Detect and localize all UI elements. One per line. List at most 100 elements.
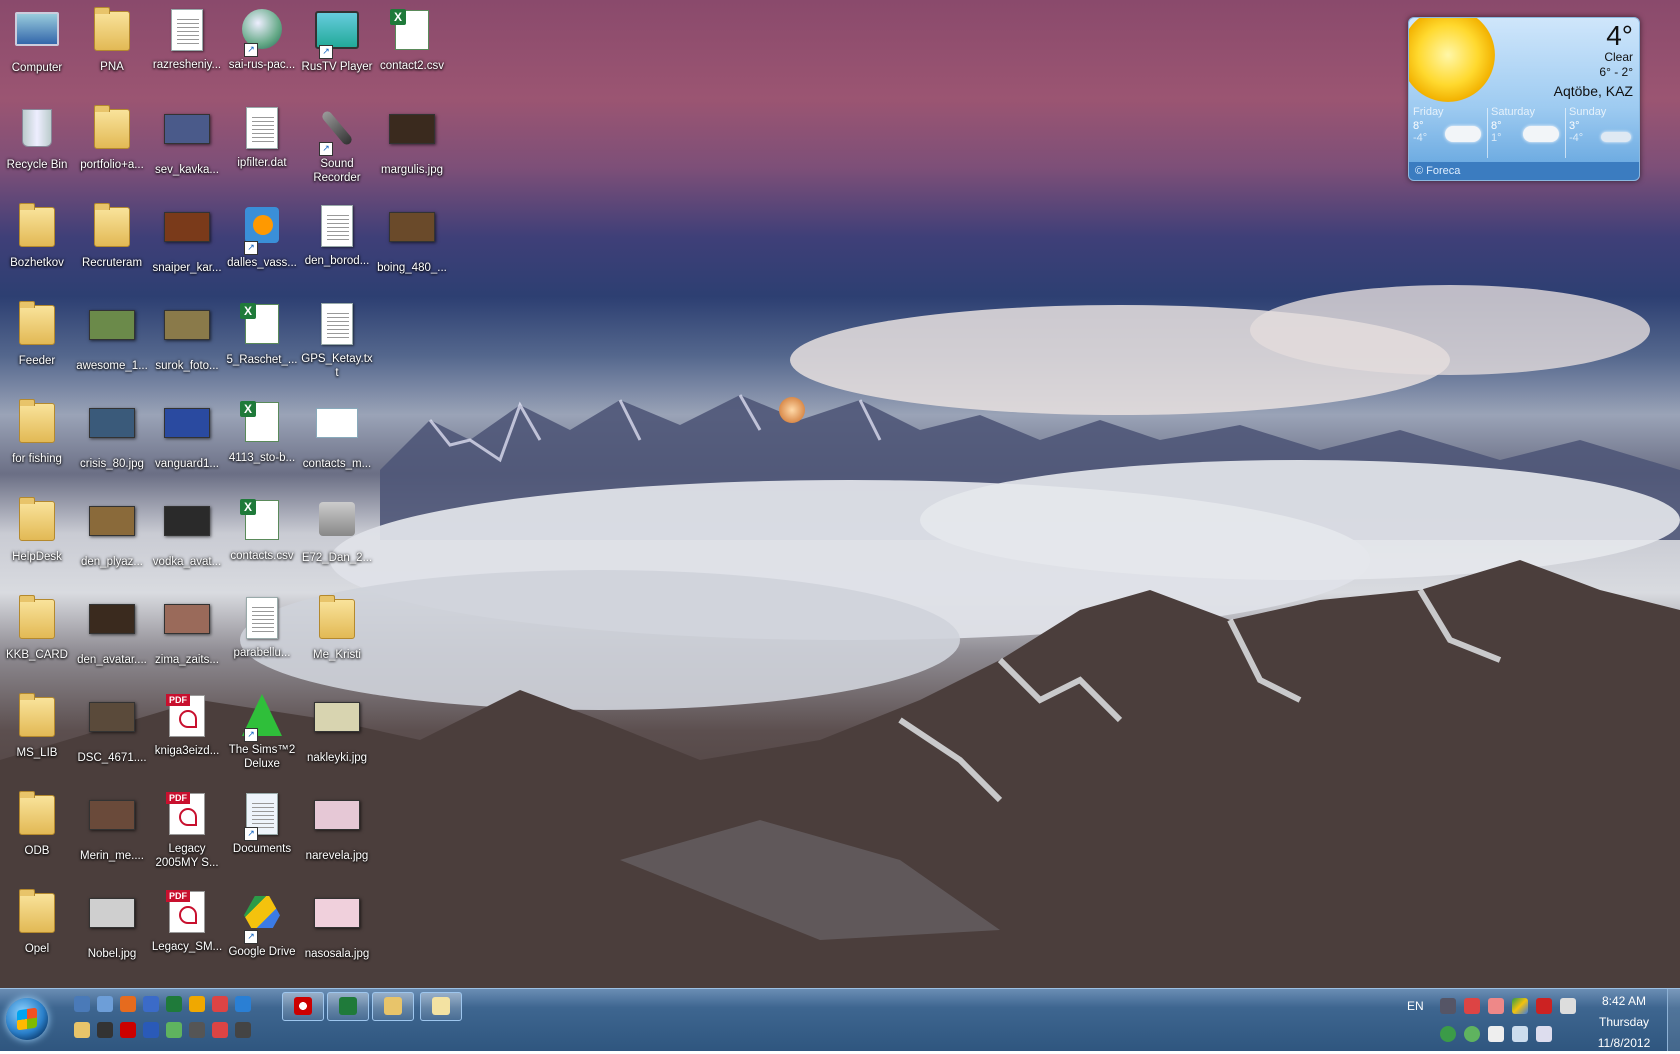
shortcut-arrow-icon: ↗	[319, 142, 333, 156]
desktop-icon[interactable]: Opel	[0, 888, 74, 956]
desktop-icon[interactable]: Me_Kristi	[300, 594, 374, 662]
taskbar-button-mail[interactable]	[420, 992, 462, 1021]
desktop-icon[interactable]: PNA	[75, 6, 149, 74]
desktop-icon[interactable]: surok_foto...	[150, 300, 224, 373]
desktop-icon[interactable]: ↗ The Sims™2 Deluxe	[225, 692, 299, 771]
desktop-icon[interactable]: ↗ sai-rus-pac...	[225, 6, 299, 72]
desktop-icon-label: awesome_1...	[76, 360, 148, 372]
volume-icon[interactable]	[1536, 1026, 1552, 1042]
chrome-icon[interactable]	[212, 996, 228, 1012]
gears-icon[interactable]	[235, 1022, 251, 1038]
excel-icon[interactable]	[166, 996, 182, 1012]
photo-icon	[164, 604, 210, 650]
remote-desktop-icon[interactable]	[97, 996, 113, 1012]
desktop-icon[interactable]: Legacy_SM...	[150, 888, 224, 954]
desktop-icon[interactable]: nakleyki.jpg	[300, 692, 374, 765]
desktop-icon[interactable]: 5_Raschet_...	[225, 300, 299, 367]
desktop-icon[interactable]: crisis_80.jpg	[75, 398, 149, 471]
opera-icon[interactable]	[120, 1022, 136, 1038]
skype-tray-icon[interactable]	[1440, 1026, 1456, 1042]
start-button[interactable]	[6, 998, 48, 1040]
desktop-icon[interactable]: E72_Dan_2...	[300, 496, 374, 565]
desktop-icon[interactable]: den_borod...	[300, 202, 374, 268]
desktop-icon[interactable]: GPS_Ketay.txt	[300, 300, 374, 380]
desktop-icon[interactable]: snaiper_kar...	[150, 202, 224, 275]
desktop-icon[interactable]: ipfilter.dat	[225, 104, 299, 170]
desktop-icon[interactable]: ↗ RusTV Player	[300, 6, 374, 74]
desktop-icon[interactable]: boing_480_...	[375, 202, 449, 275]
show-desktop-icon[interactable]	[74, 996, 90, 1012]
desktop[interactable]: Computer Recycle Bin Bozhetkov Feeder for fi…	[0, 0, 1680, 988]
taskbar-button-opera[interactable]	[282, 992, 324, 1021]
media-icon[interactable]	[97, 1022, 113, 1038]
desktop-icon[interactable]: ↗ Google Drive	[225, 888, 299, 959]
tools-tray-icon[interactable]	[1464, 998, 1480, 1014]
firefox-icon[interactable]	[120, 996, 136, 1012]
desktop-icon-label: contacts_m...	[302, 458, 372, 470]
desktop-icon[interactable]: contact2.csv	[375, 6, 449, 73]
desktop-icon[interactable]: Legacy 2005MY S...	[150, 790, 224, 870]
desktop-icon[interactable]: razresheniy...	[150, 6, 224, 72]
photoshop-icon[interactable]	[143, 1022, 159, 1038]
desktop-icon[interactable]: portfolio+a...	[75, 104, 149, 172]
google-drive-tray-icon[interactable]	[1512, 998, 1528, 1014]
desktop-icon[interactable]: Recycle Bin	[0, 104, 74, 172]
desktop-icon[interactable]: Computer	[0, 6, 74, 75]
language-indicator[interactable]: EN	[1407, 999, 1424, 1013]
windows-explorer-icon[interactable]	[143, 996, 159, 1012]
kaspersky-tray-icon[interactable]	[1440, 998, 1456, 1014]
desktop-icon[interactable]: ↗ Documents	[225, 790, 299, 856]
chrome-icon[interactable]	[212, 1022, 228, 1038]
desktop-icon-label: parabellu...	[233, 647, 291, 659]
clock[interactable]: 8:42 AM Thursday 11/8/2012	[1585, 991, 1663, 1054]
desktop-icon[interactable]: kniga3eizd...	[150, 692, 224, 758]
desktop-icon[interactable]: vanguard1...	[150, 398, 224, 471]
desktop-icon[interactable]: ↗ Sound Recorder	[300, 104, 374, 185]
show-desktop-button[interactable]	[1667, 989, 1680, 1051]
ie-icon[interactable]	[235, 996, 251, 1012]
desktop-icon[interactable]: 4113_sto-b...	[225, 398, 299, 465]
cookie-tray-icon[interactable]	[1488, 998, 1504, 1014]
desktop-icon[interactable]: Nobel.jpg	[75, 888, 149, 961]
desktop-icon[interactable]: zima_zaits...	[150, 594, 224, 667]
qip-icon[interactable]	[166, 1022, 182, 1038]
desktop-icon[interactable]: Feeder	[0, 300, 74, 368]
desktop-icon[interactable]: ↗ dalles_vass...	[225, 202, 299, 270]
desktop-icon[interactable]: for fishing	[0, 398, 74, 466]
desktop-icon[interactable]: Recruteram	[75, 202, 149, 270]
desktop-icon[interactable]: parabellu...	[225, 594, 299, 660]
lightroom-icon[interactable]	[189, 1022, 205, 1038]
adobe-tray-icon[interactable]	[1536, 998, 1552, 1014]
desktop-icon[interactable]: Bozhetkov	[0, 202, 74, 270]
desktop-icon[interactable]: awesome_1...	[75, 300, 149, 373]
desktop-icon[interactable]: Merin_me....	[75, 790, 149, 863]
desktop-icon[interactable]: ODB	[0, 790, 74, 858]
taskbar-button-explorer[interactable]	[372, 992, 414, 1021]
desktop-icon[interactable]: vodka_avat...	[150, 496, 224, 569]
desktop-icon[interactable]: sev_kavka...	[150, 104, 224, 177]
desktop-icon[interactable]: narevela.jpg	[300, 790, 374, 863]
network-icon[interactable]	[1512, 1026, 1528, 1042]
weather-gadget[interactable]: 4° Clear 6° - 2° Aqtöbe, KAZ Friday 8° -…	[1408, 17, 1640, 181]
action-center-flag-icon[interactable]	[1488, 1026, 1504, 1042]
desktop-icon[interactable]: margulis.jpg	[375, 104, 449, 177]
desktop-icon[interactable]: contacts_m...	[300, 398, 374, 471]
weather-credit-link[interactable]: © Foreca	[1409, 162, 1639, 180]
folder-icon	[14, 203, 60, 253]
desktop-icon-label: sev_kavka...	[155, 164, 219, 176]
folder-icon[interactable]	[74, 1022, 90, 1038]
desktop-icon[interactable]: contacts.csv	[225, 496, 299, 563]
device-tray-icon[interactable]	[1560, 998, 1576, 1014]
outlook-icon[interactable]	[189, 996, 205, 1012]
taskbar-button-excel[interactable]	[327, 992, 369, 1021]
desktop-icon[interactable]: MS_LIB	[0, 692, 74, 760]
desktop-icon[interactable]: DSC_4671....	[75, 692, 149, 765]
qip-tray-icon[interactable]	[1464, 1026, 1480, 1042]
photo-icon	[164, 212, 210, 258]
desktop-icon[interactable]: den_plyaz...	[75, 496, 149, 569]
desktop-icon[interactable]: nasosala.jpg	[300, 888, 374, 961]
desktop-icon[interactable]: KKB_CARD	[0, 594, 74, 662]
desktop-icon[interactable]: den_avatar....	[75, 594, 149, 667]
temperature-range: 6° - 2°	[1599, 65, 1633, 79]
desktop-icon[interactable]: HelpDesk	[0, 496, 74, 564]
